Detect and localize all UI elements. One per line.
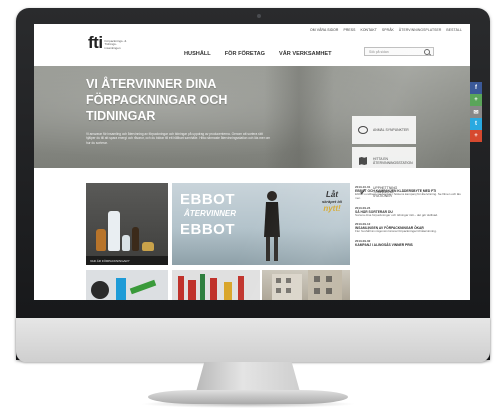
tile-caption: Vad är förpackningar? <box>86 256 168 265</box>
campaign-logo-line1: Låt <box>325 190 338 199</box>
ebbot-title-line3: EBBOT <box>180 221 235 238</box>
google-plus-icon[interactable]: + <box>470 130 482 142</box>
news-item[interactable]: 2013-09-02 Kampanj i Alingsås vinner pri… <box>355 239 465 247</box>
tile-image <box>91 278 157 300</box>
facebook-icon[interactable]: f <box>470 82 482 94</box>
social-share-bar: f + ✉ t + <box>470 82 482 142</box>
tile-packaging-products[interactable]: Vad är förpackningar? <box>86 183 168 265</box>
news-text: Sortera dina förpackningar och tidningar… <box>355 212 438 217</box>
site-logo[interactable]: fti Förpacknings- & Tidnings­insamlingen <box>88 33 129 52</box>
search-icon[interactable] <box>424 49 430 55</box>
chat-bubble-icon <box>358 125 368 135</box>
bottle-image <box>122 235 130 251</box>
news-item[interactable]: 2013-09-12 Insamlingen av förpackningar … <box>355 222 465 234</box>
logo-subtitle: Förpacknings- & Tidnings­insamlingen <box>104 38 127 50</box>
utility-nav-item[interactable]: Beställ <box>446 28 462 32</box>
main-nav: HUSHÅLL FÖR FÖRETAG VÅR VERKSAMHET <box>184 51 332 57</box>
bottle-image <box>132 227 139 251</box>
hero-description: Vi ansvarar för insamling och återvinnin… <box>86 132 271 145</box>
twitter-icon[interactable]: t <box>470 118 482 130</box>
nav-hushall[interactable]: HUSHÅLL <box>184 51 211 57</box>
monitor-stand-foot <box>148 390 348 404</box>
quick-link-label: Hitta en återvinningsstation <box>373 157 413 165</box>
quick-link-find-station[interactable]: Hitta en återvinningsstation <box>352 147 416 175</box>
utility-nav-item[interactable]: Om Våra Sidor <box>310 28 338 32</box>
nav-var-verksamhet[interactable]: VÅR VERKSAMHET <box>279 51 332 57</box>
logo-mark: fti <box>88 33 103 52</box>
utility-nav: Om Våra Sidor Press Kontakt Språk Återvi… <box>310 28 462 32</box>
utility-nav-item[interactable]: Press <box>343 28 355 32</box>
tile-bottom-2[interactable] <box>172 270 260 300</box>
tile-bottom-3[interactable] <box>262 270 350 300</box>
tile-bottom-1[interactable] <box>86 270 168 300</box>
monitor-stand-neck <box>196 362 300 392</box>
bottle-image <box>96 229 106 251</box>
news-headline[interactable]: Kampanj i Alingsås vinner pris <box>355 243 465 247</box>
hero-title: VI ÅTERVINNER DINA FÖRPACKNINGAR OCH TID… <box>86 77 228 123</box>
news-item[interactable]: 2013-10-01 Ebbot och kampanjen klädersby… <box>355 185 465 201</box>
news-list: 2013-10-01 Ebbot och kampanjen klädersby… <box>355 185 465 252</box>
tile-image <box>178 274 244 300</box>
share-icon[interactable]: + <box>470 94 482 106</box>
ebbot-title-line1: EBBOT <box>180 191 235 208</box>
webcam <box>257 14 261 18</box>
quick-link-feedback[interactable]: Anmäl synpunkter <box>352 116 416 144</box>
bottle-image <box>142 242 154 251</box>
hero-banner: VI ÅTERVINNER DINA FÖRPACKNINGAR OCH TID… <box>34 66 470 206</box>
campaign-logo-line3: nytt! <box>323 204 341 213</box>
map-icon <box>358 156 368 166</box>
search-placeholder: Sök på sidan <box>369 50 389 54</box>
website-screen: Om Våra Sidor Press Kontakt Språk Återvi… <box>34 24 470 300</box>
email-icon[interactable]: ✉ <box>470 106 482 118</box>
news-item[interactable]: 2013-09-24 Så här sorterar du Sortera di… <box>355 206 465 218</box>
search-input[interactable]: Sök på sidan <box>364 47 434 56</box>
utility-nav-item[interactable]: Återvinningsplatser <box>399 28 441 32</box>
ebbot-title-line2: ÅTERVINNER <box>184 209 237 218</box>
news-text: Fler hushåll än någonsin lämnar förpackn… <box>355 229 437 234</box>
monitor-chin <box>16 318 490 362</box>
campaign-logo: Låt skräpet bli nytt! <box>322 190 342 213</box>
utility-nav-item[interactable]: Språk <box>382 28 394 32</box>
bottle-image <box>108 211 120 251</box>
person-figure <box>264 191 280 261</box>
tile-image <box>272 270 342 300</box>
quick-link-label: Anmäl synpunkter <box>373 128 409 132</box>
utility-nav-item[interactable]: Kontakt <box>360 28 376 32</box>
tile-ebbot-campaign[interactable]: EBBOT ÅTERVINNER EBBOT Låt skräpet bli n… <box>172 183 350 265</box>
nav-for-foretag[interactable]: FÖR FÖRETAG <box>225 51 265 57</box>
news-text: Ebbot Lundberg medverkar i höstens kampa… <box>355 192 461 200</box>
